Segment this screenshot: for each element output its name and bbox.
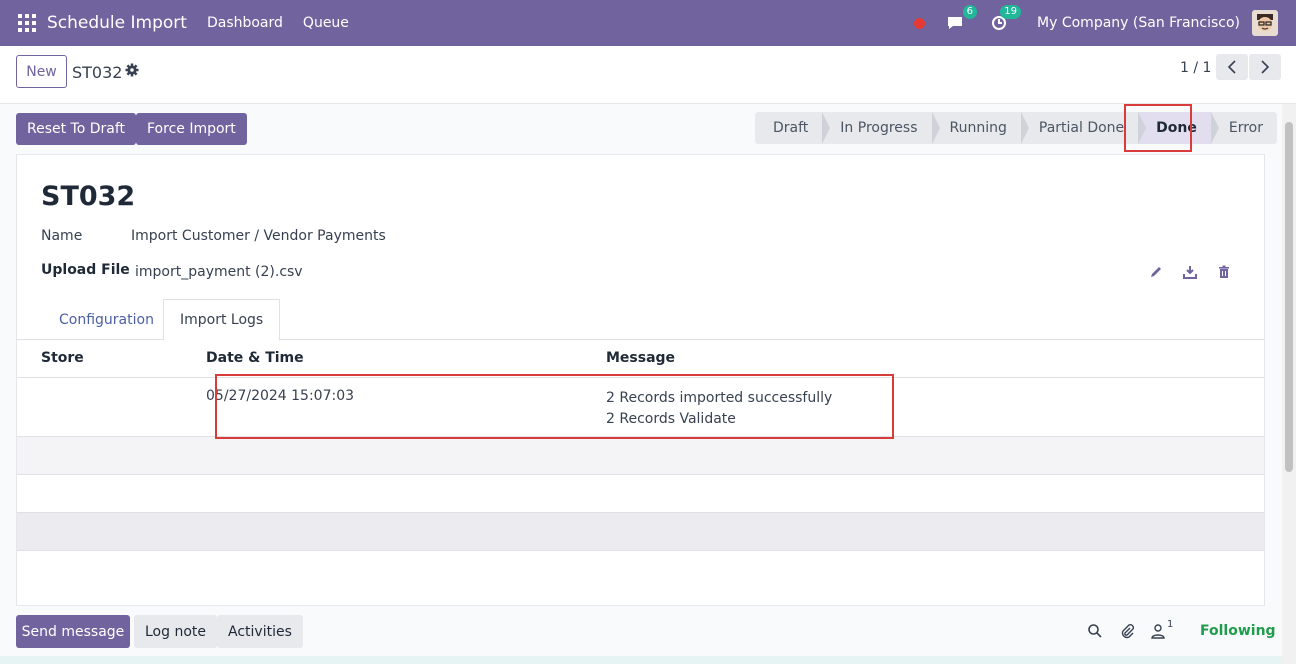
chat-icon [948, 17, 963, 29]
messages-button[interactable]: 6 [943, 5, 978, 35]
stage-in-progress[interactable]: In Progress [822, 112, 940, 144]
user-icon [1151, 624, 1165, 639]
download-icon[interactable] [1183, 265, 1197, 279]
stage-error[interactable]: Error [1211, 112, 1277, 144]
log-note-button[interactable]: Log note [134, 615, 217, 648]
scrollbar-thumb[interactable] [1285, 122, 1293, 472]
bottom-strip [0, 656, 1296, 664]
empty-row [17, 436, 1264, 475]
trash-icon[interactable] [1217, 265, 1231, 279]
highlight-box-done [1124, 104, 1192, 152]
followers-button[interactable]: 1 [1151, 619, 1173, 639]
chevron-left-icon [1227, 60, 1236, 74]
top-navbar: Schedule Import Dashboard Queue 6 19 My … [0, 0, 1296, 46]
stage-draft[interactable]: Draft [755, 112, 831, 144]
company-switcher[interactable]: My Company (San Francisco) [1037, 15, 1240, 31]
user-avatar[interactable] [1252, 10, 1278, 36]
nav-queue[interactable]: Queue [303, 15, 349, 31]
recording-indicator-icon[interactable] [914, 17, 926, 29]
tab-import-logs[interactable]: Import Logs [163, 299, 281, 341]
following-button[interactable]: Following [1200, 623, 1276, 639]
messages-badge: 6 [962, 5, 978, 19]
upload-file-label: Upload File [41, 262, 130, 278]
control-panel: New ST032 1 / 1 [0, 46, 1296, 104]
chevron-right-icon [1261, 60, 1270, 74]
reset-to-draft-button[interactable]: Reset To Draft [16, 113, 137, 145]
notebook-tabs: Configuration Import Logs [17, 299, 1264, 341]
avatar-face-icon [1257, 14, 1273, 31]
upload-file-field[interactable]: import_payment (2).csv [135, 264, 303, 280]
import-logs-table: Store Date & Time Message 05/27/2024 15:… [17, 340, 1264, 551]
gear-icon[interactable] [125, 63, 139, 77]
new-button[interactable]: New [16, 55, 67, 88]
column-message[interactable]: Message [606, 340, 1264, 378]
paperclip-icon[interactable] [1119, 623, 1135, 639]
stage-partial-done[interactable]: Partial Done [1021, 112, 1147, 144]
name-label: Name [41, 228, 83, 244]
name-field[interactable]: Import Customer / Vendor Payments [131, 228, 386, 244]
tab-configuration[interactable]: Configuration [43, 299, 170, 340]
force-import-button[interactable]: Force Import [136, 113, 247, 145]
empty-row [17, 512, 1264, 551]
pager-previous-button[interactable] [1216, 54, 1248, 80]
cell-store [17, 377, 206, 437]
pencil-icon[interactable] [1149, 265, 1163, 279]
stage-running[interactable]: Running [932, 112, 1030, 144]
breadcrumb-record: ST032 [72, 63, 123, 82]
send-message-button[interactable]: Send message [16, 615, 130, 648]
pager-value[interactable]: 1 / 1 [1180, 60, 1211, 76]
followers-count: 1 [1167, 619, 1174, 630]
column-store[interactable]: Store [17, 340, 206, 378]
search-icon[interactable] [1087, 623, 1103, 639]
status-bar: Draft In Progress Running Partial Done D… [755, 112, 1277, 144]
app-title[interactable]: Schedule Import [47, 13, 187, 33]
empty-row [17, 474, 1264, 513]
form-action-bar: Reset To Draft Force Import Draft In Pro… [0, 104, 1296, 154]
activities-button[interactable]: Activities [217, 615, 303, 648]
record-title: ST032 [41, 181, 136, 212]
apps-menu-icon[interactable] [18, 14, 36, 32]
column-date-time[interactable]: Date & Time [206, 340, 606, 378]
activities-badge: 19 [1000, 5, 1022, 19]
scrollbar[interactable] [1282, 104, 1296, 664]
highlight-box-log-row [215, 374, 894, 439]
activities-button[interactable]: 19 [987, 5, 1022, 35]
pager-next-button[interactable] [1249, 54, 1281, 80]
nav-dashboard[interactable]: Dashboard [207, 15, 283, 31]
